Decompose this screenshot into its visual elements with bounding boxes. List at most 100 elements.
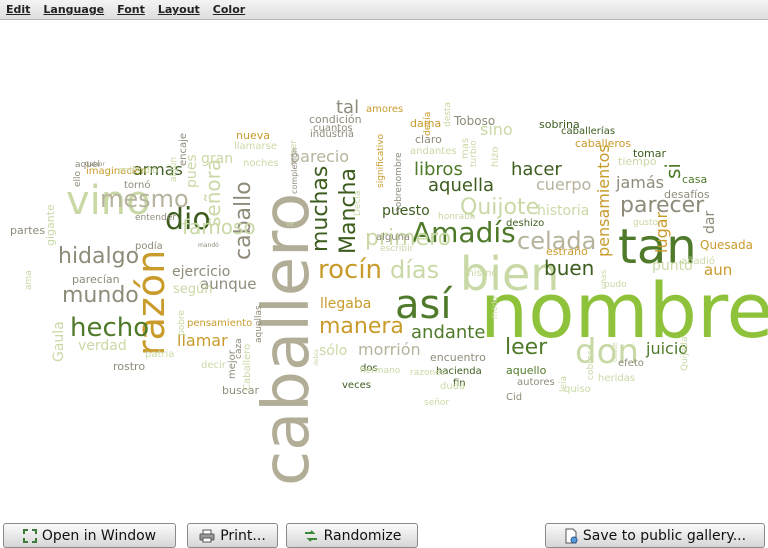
printer-icon <box>199 529 215 543</box>
word-60: Gaula <box>51 320 67 362</box>
word-33: historia <box>537 203 590 219</box>
word-142: debía <box>313 348 320 366</box>
word-54: parecían <box>72 273 120 286</box>
document-icon <box>564 528 578 544</box>
word-57: nueva <box>236 129 270 142</box>
word-65: patria <box>145 349 175 360</box>
word-139: Galaor <box>85 161 105 168</box>
word-43: llegaba <box>320 296 372 312</box>
word-10: rocín <box>318 255 383 285</box>
word-50: verdad <box>78 338 127 354</box>
word-86: Toboso <box>454 114 496 128</box>
word-140: complexión <box>290 147 299 194</box>
word-14: hidalgo <box>58 244 140 269</box>
word-111: hermano <box>360 366 401 376</box>
word-100: entender <box>135 213 176 223</box>
word-29: aquella <box>428 175 494 196</box>
word-80: casa <box>682 173 708 186</box>
menu-layout[interactable]: Layout <box>158 3 200 16</box>
open-in-window-label: Open in Window <box>41 527 157 544</box>
word-113: hizo <box>490 146 501 167</box>
word-131: algún <box>169 156 179 182</box>
word-91: andantes <box>410 146 457 157</box>
word-72: aquello <box>506 364 547 377</box>
word-32: jamás <box>616 173 664 192</box>
word-126: aquellas <box>254 304 264 343</box>
word-16: manera <box>319 314 404 339</box>
word-129: cobrase <box>586 344 596 380</box>
word-124: Caballero <box>242 343 253 391</box>
word-143: entendió <box>118 166 158 176</box>
menu-language[interactable]: Language <box>43 3 104 16</box>
word-123: sobrenombre <box>394 152 404 213</box>
word-127: pobre <box>177 309 187 336</box>
word-77: heridas <box>598 373 636 384</box>
word-85: sobrina <box>539 118 580 131</box>
word-20: muchas <box>308 165 333 252</box>
word-42: andante <box>411 322 486 343</box>
word-96: noches <box>243 158 279 169</box>
word-97: encaje <box>178 132 189 166</box>
word-125: caza <box>234 338 244 359</box>
word-78: añadió <box>681 256 715 267</box>
bottom-toolbar: Open in Window Print... Randomize Save t… <box>0 518 768 548</box>
word-23: señora <box>201 158 225 227</box>
word-82: tomar <box>633 147 667 160</box>
word-103: deshizo <box>506 218 545 229</box>
word-141: deste <box>611 342 619 363</box>
word-40: Quesada <box>700 238 754 252</box>
word-98: tornó <box>124 180 151 191</box>
word-cloud: nombre caballero así bien tan don razón vino Ama… <box>0 21 768 518</box>
word-101: podía <box>135 241 163 252</box>
word-108: señor <box>424 398 450 408</box>
word-121: Decía <box>353 190 363 216</box>
menu-bar: Edit Language Font Layout Color <box>0 0 768 20</box>
word-24: días <box>390 256 440 284</box>
word-67: buscar <box>222 384 259 397</box>
print-button[interactable]: Print... <box>187 523 278 548</box>
word-79: desafíos <box>664 188 710 201</box>
word-134: escribir <box>380 244 414 254</box>
word-64: rostro <box>113 360 146 373</box>
menu-color[interactable]: Color <box>213 3 245 16</box>
word-48: ejercicio <box>172 264 231 280</box>
randomize-button[interactable]: Randomize <box>286 523 418 548</box>
word-44: morrión <box>358 340 421 359</box>
word-106: alguna <box>376 232 411 243</box>
word-31: cuerpo <box>536 175 592 194</box>
word-70: encuentro <box>430 351 486 364</box>
expand-icon <box>22 528 37 543</box>
word-128: leía <box>559 375 569 392</box>
word-109: duda <box>440 381 466 392</box>
word-119: turbio <box>469 140 479 167</box>
word-52: gran <box>201 151 234 167</box>
word-66: decir <box>201 360 226 371</box>
word-15: mundo <box>62 283 139 308</box>
word-112: honraba <box>438 212 476 222</box>
word-34: pensamientos <box>594 143 613 257</box>
word-138: mandó <box>198 242 219 249</box>
word-61: partes <box>10 224 46 237</box>
word-74: Cid <box>506 392 523 403</box>
word-116: mismo <box>464 268 498 279</box>
save-to-gallery-button[interactable]: Save to public gallery... <box>545 523 765 548</box>
print-label: Print... <box>220 527 266 544</box>
word-105: veces <box>342 380 371 391</box>
word-130: modo <box>490 295 499 319</box>
word-73: autores <box>517 377 555 388</box>
word-45: sólo <box>319 343 348 359</box>
randomize-label: Randomize <box>323 527 402 544</box>
menu-font[interactable]: Font <box>117 3 145 16</box>
word-122: significativo <box>376 134 386 189</box>
open-in-window-button[interactable]: Open in Window <box>3 523 176 548</box>
word-88: amores <box>366 104 404 115</box>
word-63: ama <box>24 270 34 290</box>
menu-edit[interactable]: Edit <box>6 3 30 16</box>
word-55: puesto <box>382 203 430 219</box>
word-102: estraño <box>546 245 588 258</box>
word-27: buen <box>544 256 595 280</box>
shuffle-icon <box>303 529 319 543</box>
word-136: unas <box>599 269 608 289</box>
word-95: llamarse <box>234 141 278 152</box>
word-76: efeto <box>618 358 644 369</box>
